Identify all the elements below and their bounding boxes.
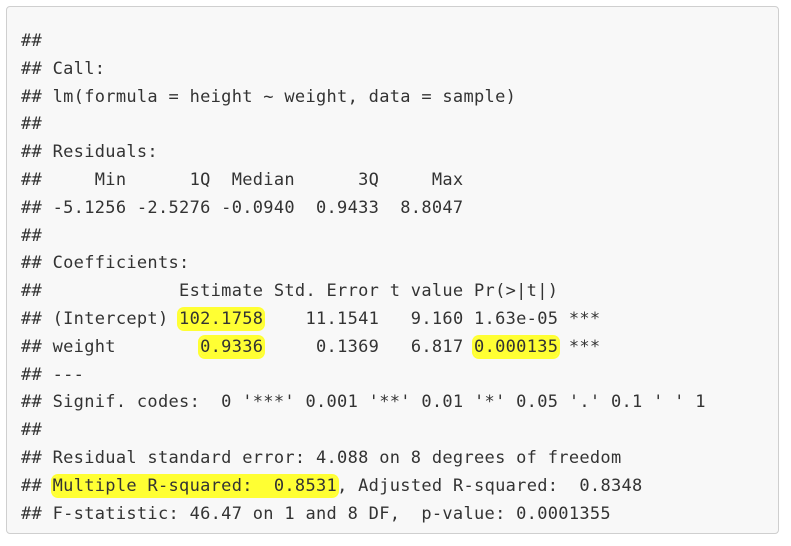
output-line-signif-codes: ## Signif. codes: 0 '***' 0.001 '**' 0.0… xyxy=(21,389,706,417)
line-text: lm(formula = height ~ weight, data = sam… xyxy=(42,86,517,107)
comment-prefix: ## xyxy=(21,447,43,468)
comment-prefix: ## xyxy=(21,503,43,524)
comment-prefix: ## xyxy=(21,58,43,79)
output-line-blank-4: ## xyxy=(21,417,706,445)
line-text: Min 1Q Median 3Q Max xyxy=(42,169,464,190)
comment-prefix: ## xyxy=(21,392,43,413)
comment-prefix: ## xyxy=(21,281,43,302)
line-text: Call: xyxy=(42,58,106,79)
comment-prefix: ## xyxy=(21,420,43,441)
output-line-residuals-header: ## Min 1Q Median 3Q Max xyxy=(21,167,706,195)
line-text xyxy=(42,476,53,496)
line-text: 11.1541 9.160 1.63e-05 *** xyxy=(263,308,601,329)
highlight-intercept-estimate: 102.1758 xyxy=(179,308,264,329)
output-line-weight-row: ## weight 0.9336 0.1369 6.817 0.000135 *… xyxy=(21,334,706,362)
r-output-lines: ## ## Call: ## lm(formula = height ~ wei… xyxy=(21,28,706,528)
line-text: Residuals: xyxy=(42,142,158,163)
output-line-residuals-values: ## -5.1256 -2.5276 -0.0940 0.9433 8.8047 xyxy=(21,195,706,223)
comment-prefix: ## xyxy=(21,475,43,496)
output-line-residuals-heading: ## Residuals: xyxy=(21,139,706,167)
output-line-coefficients-header: ## Estimate Std. Error t value Pr(>|t|) xyxy=(21,278,706,306)
output-line-call-heading: ## Call: xyxy=(21,56,706,84)
comment-prefix: ## xyxy=(21,197,43,218)
comment-prefix: ## xyxy=(21,142,43,163)
highlight-weight-pvalue: 0.000135 xyxy=(474,336,559,357)
line-text: weight xyxy=(42,336,201,357)
comment-prefix: ## xyxy=(21,31,43,51)
highlight-multiple-r-squared: Multiple R-squared: 0.8531 xyxy=(52,475,338,496)
output-line-separator: ## --- xyxy=(21,362,706,390)
highlight-weight-estimate: 0.9336 xyxy=(200,336,264,357)
comment-prefix: ## xyxy=(21,364,43,385)
line-text: *** xyxy=(558,336,601,357)
comment-prefix: ## xyxy=(21,253,43,274)
output-line-blank-2: ## xyxy=(21,111,706,139)
output-line-call-formula: ## lm(formula = height ~ weight, data = … xyxy=(21,84,706,112)
line-text: (Intercept) xyxy=(42,308,180,329)
comment-prefix: ## xyxy=(21,86,43,107)
output-line-blank-1: ## xyxy=(21,28,706,56)
line-text: -5.1256 -2.5276 -0.0940 0.9433 8.8047 xyxy=(42,197,464,218)
line-text: --- xyxy=(42,364,85,385)
comment-prefix: ## xyxy=(21,114,43,135)
output-line-f-statistic: ## F-statistic: 46.47 on 1 and 8 DF, p-v… xyxy=(21,501,706,529)
line-text: Residual standard error: 4.088 on 8 degr… xyxy=(42,447,622,468)
line-text: Coefficients: xyxy=(42,253,190,274)
output-line-intercept-row: ## (Intercept) 102.1758 11.1541 9.160 1.… xyxy=(21,306,706,334)
comment-prefix: ## xyxy=(21,169,43,190)
line-text: Estimate Std. Error t value Pr(>|t|) xyxy=(42,281,559,302)
line-text: F-statistic: 46.47 on 1 and 8 DF, p-valu… xyxy=(42,503,611,524)
r-output-block: ## ## Call: ## lm(formula = height ~ wei… xyxy=(6,6,779,534)
comment-prefix: ## xyxy=(21,308,43,329)
comment-prefix: ## xyxy=(21,336,43,357)
line-text: , Adjusted R-squared: 0.8348 xyxy=(337,475,643,496)
output-line-residual-se: ## Residual standard error: 4.088 on 8 d… xyxy=(21,445,706,473)
output-line-coefficients-heading: ## Coefficients: xyxy=(21,250,706,278)
output-line-blank-3: ## xyxy=(21,223,706,251)
line-text: Signif. codes: 0 '***' 0.001 '**' 0.01 '… xyxy=(42,392,706,413)
line-text: 0.1369 6.817 xyxy=(263,336,475,357)
output-line-r-squared: ## Multiple R-squared: 0.8531, Adjusted … xyxy=(21,473,706,501)
comment-prefix: ## xyxy=(21,225,43,246)
